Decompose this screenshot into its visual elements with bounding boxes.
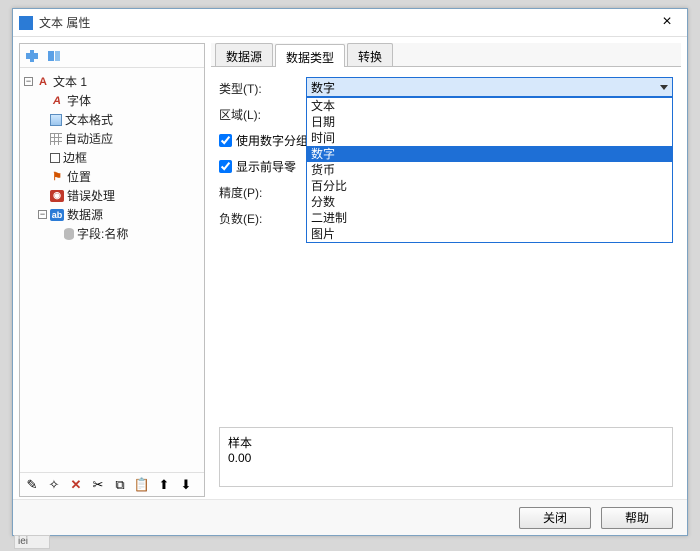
tree-item-error[interactable]: ◉错误处理 [22,186,202,205]
square-icon [50,153,60,163]
tree-item-autofit[interactable]: 自动适应 [22,129,202,148]
tab-bar: 数据源 数据类型 转换 [211,43,681,67]
form-area: 类型(T): 区域(L): 使用数字分组 显示前导零 精度(P): 负数(E):… [211,67,681,497]
sample-value: 0.00 [228,451,664,465]
tree-label: 位置 [67,168,91,185]
tree-root-label: 文本 1 [53,73,87,90]
paste-icon[interactable]: 📋 [134,477,150,493]
text-icon: A [36,75,50,89]
sample-box: 样本 0.00 [219,427,673,487]
bottom-toolbar: ✎ ✧ ✕ ✂ ⧉ 📋 ⬆ ⬇ [20,472,204,496]
tool-icon-1[interactable] [24,48,40,64]
tool-icon-2[interactable] [46,48,62,64]
dialog-body: −A文本 1 A字体 文本格式 自动适应 边框 ⚑位置 ◉错误处理 −ab数据源… [13,37,687,499]
sparkle-icon[interactable]: ✧ [46,477,62,493]
flag-icon: ⚑ [50,170,64,184]
tree-item-border[interactable]: 边框 [22,148,202,167]
tree-label: 数据源 [67,206,103,223]
dialog-window: 文本 属性 × −A文本 1 A字体 文本格式 自动适应 边框 ⚑位置 ◉错误处… [12,8,688,536]
label-region: 区域(L): [219,106,299,123]
property-tree[interactable]: −A文本 1 A字体 文本格式 自动适应 边框 ⚑位置 ◉错误处理 −ab数据源… [20,68,204,472]
sample-label: 样本 [228,434,664,451]
label-leading-zero: 显示前导零 [236,158,296,175]
database-icon: ab [50,209,64,221]
down-icon[interactable]: ⬇ [178,477,194,493]
app-icon [19,16,33,30]
font-icon: A [50,94,64,108]
status-fragment: iei [14,535,50,549]
tree-item-textformat[interactable]: 文本格式 [22,110,202,129]
option-picture[interactable]: 图片 [307,226,672,242]
option-currency[interactable]: 货币 [307,162,672,178]
type-value: 数字 [311,79,335,96]
cut-icon[interactable]: ✂ [90,477,106,493]
type-dropdown[interactable]: 文本 日期 时间 数字 货币 百分比 分数 二进制 图片 [306,97,673,243]
tree-item-datasource[interactable]: −ab数据源 [22,205,202,224]
option-number[interactable]: 数字 [307,146,672,162]
wand-icon[interactable]: ✎ [24,477,40,493]
up-icon[interactable]: ⬆ [156,477,172,493]
tree-label: 字段:名称 [77,225,128,242]
window-title: 文本 属性 [39,14,647,31]
tree-label: 边框 [63,149,87,166]
option-date[interactable]: 日期 [307,114,672,130]
tree-label: 自动适应 [65,130,113,147]
tab-datatype[interactable]: 数据类型 [275,44,345,67]
expander-icon[interactable]: − [24,77,33,86]
checkbox-digit-group[interactable] [219,134,232,147]
grid-icon [50,133,62,145]
copy-icon[interactable]: ⧉ [112,477,128,493]
dialog-footer: 关闭 帮助 [13,499,687,535]
tab-datasource[interactable]: 数据源 [215,43,273,66]
close-button[interactable]: × [647,10,687,36]
titlebar: 文本 属性 × [13,9,687,37]
tree-root[interactable]: −A文本 1 [22,72,202,91]
error-icon: ◉ [50,190,64,202]
tree-label: 文本格式 [65,111,113,128]
label-digit-group: 使用数字分组 [236,132,308,149]
doc-icon [50,114,62,126]
option-percent[interactable]: 百分比 [307,178,672,194]
option-binary[interactable]: 二进制 [307,210,672,226]
tree-label: 错误处理 [67,187,115,204]
tree-item-position[interactable]: ⚑位置 [22,167,202,186]
help-button[interactable]: 帮助 [601,507,673,529]
label-type: 类型(T): [219,80,299,97]
tree-item-field[interactable]: 字段:名称 [22,224,202,243]
close-dialog-button[interactable]: 关闭 [519,507,591,529]
tab-transform[interactable]: 转换 [347,43,393,66]
chevron-down-icon [660,85,668,90]
label-negative: 负数(E): [219,210,299,227]
option-time[interactable]: 时间 [307,130,672,146]
label-precision: 精度(P): [219,184,299,201]
tree-label: 字体 [67,92,91,109]
checkbox-leading-zero[interactable] [219,160,232,173]
option-fraction[interactable]: 分数 [307,194,672,210]
option-text[interactable]: 文本 [307,98,672,114]
left-panel: −A文本 1 A字体 文本格式 自动适应 边框 ⚑位置 ◉错误处理 −ab数据源… [19,43,205,497]
type-combobox[interactable]: 数字 [306,77,673,97]
tree-item-font[interactable]: A字体 [22,91,202,110]
expander-icon[interactable]: − [38,210,47,219]
left-toolbar [20,44,204,68]
right-panel: 数据源 数据类型 转换 类型(T): 区域(L): 使用数字分组 显示前导零 精… [211,43,681,497]
delete-icon[interactable]: ✕ [68,477,84,493]
cylinder-icon [64,228,74,240]
